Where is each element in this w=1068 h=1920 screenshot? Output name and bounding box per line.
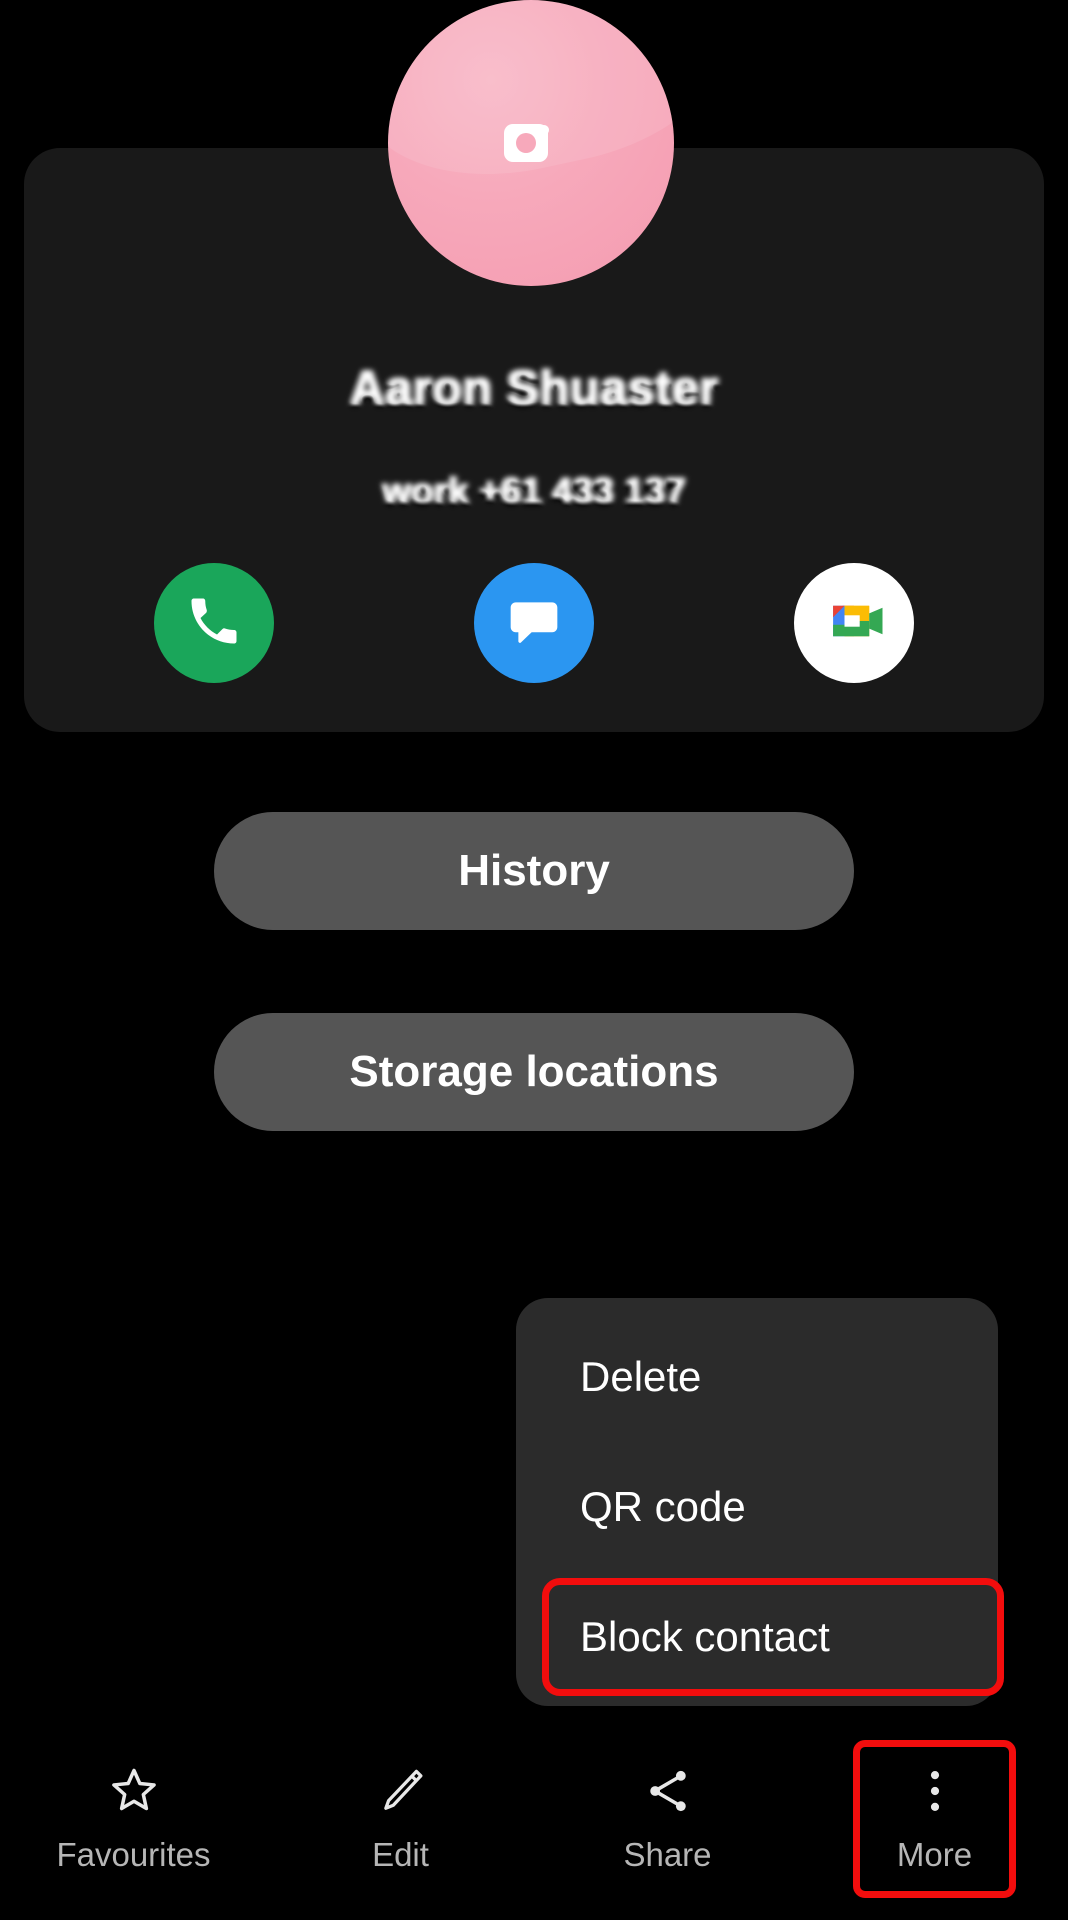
pencil-icon <box>373 1760 429 1822</box>
contact-details-screen: Aaron Shuaster work +61 433 137 History … <box>0 0 1068 1920</box>
nav-item-more-label: More <box>896 1836 973 1873</box>
history-button-label: History <box>458 846 610 895</box>
share-icon <box>640 1760 696 1822</box>
nav-item-favourites[interactable]: Favourites <box>0 1726 267 1920</box>
camera-icon <box>500 118 562 168</box>
storage-locations-button-label: Storage locations <box>349 1047 719 1096</box>
menu-item-qr-code[interactable]: QR code <box>516 1442 998 1572</box>
menu-item-qr-code-label: QR code <box>580 1483 746 1530</box>
nav-item-edit[interactable]: Edit <box>267 1726 534 1920</box>
star-icon <box>106 1760 162 1822</box>
storage-locations-button[interactable]: Storage locations <box>214 1013 854 1131</box>
bottom-navigation-bar: Favourites Edit Share More <box>0 1726 1068 1920</box>
google-meet-icon <box>816 583 892 664</box>
menu-item-block-contact-label: Block contact <box>580 1613 830 1660</box>
more-vertical-icon <box>907 1760 963 1822</box>
contact-name: Aaron Shuaster <box>349 361 719 415</box>
nav-item-favourites-label: Favourites <box>56 1836 211 1873</box>
nav-item-edit-label: Edit <box>372 1836 429 1873</box>
call-button[interactable] <box>154 563 274 683</box>
menu-item-delete-label: Delete <box>580 1353 702 1400</box>
contact-phone-number: work +61 433 137 <box>382 470 686 511</box>
phone-icon <box>184 591 244 656</box>
contact-action-row <box>24 563 1044 683</box>
video-call-button[interactable] <box>794 563 914 683</box>
nav-item-share[interactable]: Share <box>534 1726 801 1920</box>
message-icon <box>506 593 562 654</box>
nav-item-share-label: Share <box>623 1836 712 1873</box>
contact-avatar[interactable] <box>388 0 674 286</box>
menu-item-delete[interactable]: Delete <box>516 1312 998 1442</box>
history-button[interactable]: History <box>214 812 854 930</box>
avatar-highlight <box>388 0 674 203</box>
more-options-popup-menu: Delete QR code Block contact <box>516 1298 1004 1706</box>
menu-item-block-contact[interactable]: Block contact <box>516 1572 1004 1702</box>
nav-item-more[interactable]: More <box>801 1726 1068 1920</box>
message-button[interactable] <box>474 563 594 683</box>
